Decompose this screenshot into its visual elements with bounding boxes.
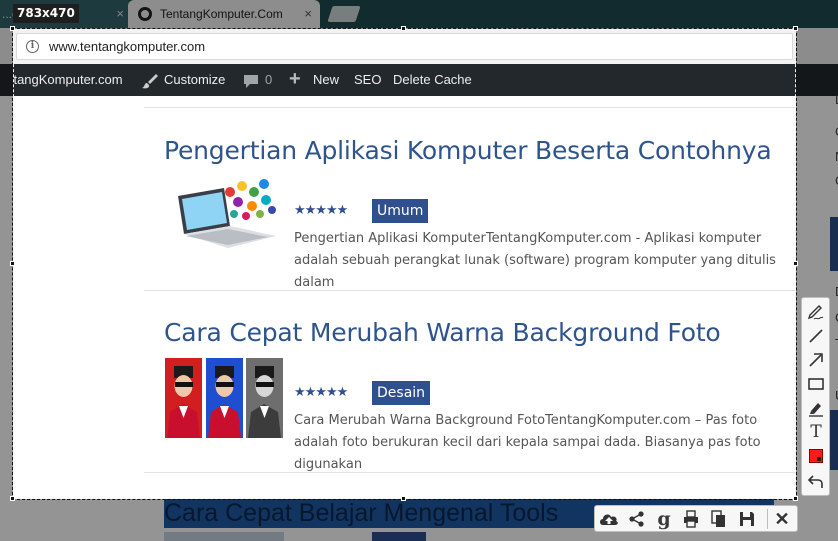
resize-handle-bottom-left[interactable] xyxy=(10,496,15,501)
category-badge[interactable]: Desain xyxy=(372,381,431,405)
address-bar: i www.tentangkomputer.com xyxy=(13,29,796,64)
new-content-link[interactable]: + New xyxy=(289,64,339,96)
site-name: entangKomputer.com xyxy=(13,72,123,87)
customize-link[interactable]: Customize xyxy=(142,64,225,96)
excerpt-line: Pengertian Aplikasi KomputerTentangKompu… xyxy=(294,231,762,246)
color-swatch xyxy=(809,449,823,463)
copy-icon[interactable] xyxy=(708,508,730,530)
excerpt-line: Cara Merubah Warna Background FotoTentan… xyxy=(294,413,758,428)
annotation-toolbar: T xyxy=(801,297,830,496)
new-label: New xyxy=(313,72,340,87)
excerpt-line: adalah foto berukuran kecil dari kepala … xyxy=(294,435,761,450)
highlighter-icon[interactable] xyxy=(805,397,827,419)
pas-foto-image[interactable] xyxy=(164,356,284,441)
rating-stars: ★★★★★ xyxy=(294,384,348,399)
comments-count: 0 xyxy=(265,72,273,87)
divider xyxy=(144,290,796,291)
action-toolbar: g ✕ xyxy=(594,505,798,532)
rating-stars: ★★★★★ xyxy=(294,202,348,217)
toolbar-separator xyxy=(767,509,768,529)
rectangle-icon[interactable] xyxy=(805,373,827,395)
resize-handle-top-left[interactable] xyxy=(10,26,15,31)
post-list: Pengertian Aplikasi Komputer Beserta Con… xyxy=(13,96,796,499)
url-input[interactable]: i www.tentangkomputer.com xyxy=(16,33,793,60)
line-icon[interactable] xyxy=(805,325,827,347)
resize-handle-top[interactable] xyxy=(401,26,406,31)
wp-admin-bar: entangKomputer.com Customize 0 + New SEO… xyxy=(13,64,796,96)
customize-label: Customize xyxy=(164,72,226,87)
post-excerpt: Pengertian Aplikasi KomputerTentangKompu… xyxy=(294,228,794,294)
share-icon[interactable] xyxy=(626,508,648,530)
resize-handle-left[interactable] xyxy=(10,261,15,266)
divider xyxy=(144,107,796,108)
plus-icon: + xyxy=(289,68,301,90)
post-excerpt: Cara Merubah Warna Background FotoTentan… xyxy=(294,410,794,476)
resize-handle-top-right[interactable] xyxy=(793,26,798,31)
admin-bar-site-link[interactable]: entangKomputer.com xyxy=(13,64,123,96)
divider xyxy=(144,472,796,473)
capture-selection-area[interactable]: i www.tentangkomputer.com entangKomputer… xyxy=(13,29,796,499)
resize-handle-bottom[interactable] xyxy=(401,496,406,501)
resize-handle-bottom-right[interactable] xyxy=(793,496,798,501)
brush-icon xyxy=(142,74,158,89)
delete-cache-link[interactable]: Delete Cache xyxy=(393,64,472,96)
excerpt-line: adalah sebuah perangkat lunak (software)… xyxy=(294,253,776,268)
comments-link[interactable]: 0 xyxy=(243,64,272,96)
post-title-link[interactable]: Pengertian Aplikasi Komputer Beserta Con… xyxy=(164,136,772,165)
close-icon[interactable]: ✕ xyxy=(771,508,793,530)
color-picker-icon[interactable] xyxy=(805,445,827,467)
resize-handle-right[interactable] xyxy=(793,261,798,266)
undo-icon[interactable] xyxy=(805,470,827,492)
info-icon[interactable]: i xyxy=(26,40,39,53)
text-icon[interactable]: T xyxy=(805,421,827,443)
arrow-icon[interactable] xyxy=(805,349,827,371)
print-icon[interactable] xyxy=(680,508,702,530)
comment-bubble-icon xyxy=(244,75,258,88)
post-title-link[interactable]: Cara Cepat Merubah Warna Background Foto xyxy=(164,318,721,347)
seo-link[interactable]: SEO xyxy=(354,64,381,96)
pencil-icon[interactable] xyxy=(805,301,827,323)
url-text: www.tentangkomputer.com xyxy=(49,39,206,54)
category-badge[interactable]: Umum xyxy=(372,199,429,223)
save-icon[interactable] xyxy=(736,508,758,530)
laptop-apps-image[interactable] xyxy=(164,174,284,259)
upload-cloud-icon[interactable] xyxy=(598,508,620,530)
selection-size-label: 783x470 xyxy=(13,4,79,23)
google-search-icon[interactable]: g xyxy=(653,508,675,530)
